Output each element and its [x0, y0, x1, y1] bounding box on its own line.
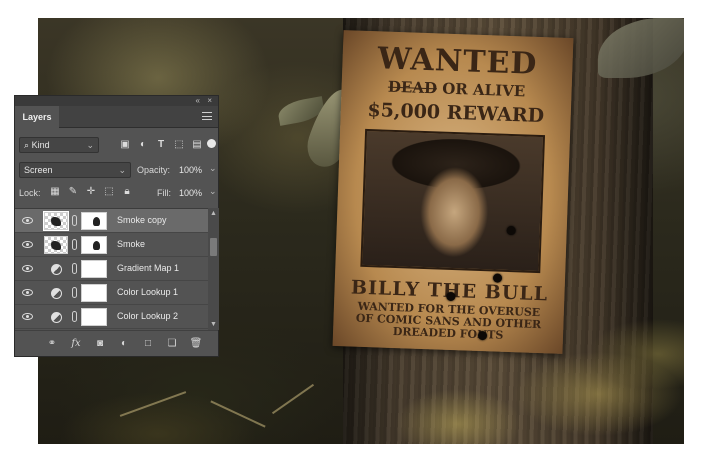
scroll-up-icon[interactable]: ▲	[210, 210, 217, 217]
eye-icon[interactable]	[22, 241, 33, 248]
chevron-down-icon: ⌄	[86, 140, 94, 150]
layer-thumbnail[interactable]	[44, 236, 68, 254]
layer-row-smoke[interactable]: Smoke	[15, 233, 208, 257]
new-layer-icon[interactable]: ❏	[165, 337, 179, 350]
layer-thumbnail[interactable]	[43, 211, 69, 231]
smart-object-filter-icon[interactable]: ▤	[191, 139, 203, 151]
poster-portrait	[360, 128, 546, 274]
poster-subtitle-rest: OR ALIVE	[441, 79, 526, 101]
mask-thumbnail[interactable]	[81, 212, 107, 230]
blend-mode-value: Screen	[24, 165, 53, 175]
search-icon: ⌕	[24, 140, 30, 150]
type-filter-icon[interactable]: T	[155, 139, 167, 151]
poster-subtitle-struck: DEAD	[387, 77, 438, 98]
layer-row-smoke-copy[interactable]: Smoke copy	[15, 209, 208, 233]
adjustment-layer-icon[interactable]	[51, 312, 62, 323]
blend-mode-select[interactable]: Screen ⌄	[19, 162, 131, 178]
layer-name[interactable]: Color Lookup 2	[117, 311, 178, 321]
fx-icon[interactable]: fx	[69, 337, 83, 350]
filter-kind-label: Kind	[31, 140, 50, 150]
opacity-label: Opacity:	[137, 165, 171, 175]
new-group-icon[interactable]: □	[141, 337, 155, 350]
chevron-down-icon[interactable]: ⌄	[209, 186, 217, 197]
mask-thumbnail[interactable]	[81, 284, 107, 302]
tab-layers[interactable]: Layers	[15, 106, 59, 128]
lock-label: Lock:	[19, 188, 41, 198]
panel-menu-icon[interactable]	[202, 112, 212, 120]
smoke-thumb-mark	[51, 241, 61, 250]
new-adjustment-icon[interactable]: ◐	[117, 337, 131, 350]
link-icon[interactable]	[72, 287, 77, 298]
scroll-thumb[interactable]	[210, 238, 217, 256]
fill-input[interactable]: 100%	[179, 185, 211, 201]
fill-label: Fill:	[157, 188, 171, 198]
mask-thumbnail[interactable]	[81, 236, 107, 254]
layer-name[interactable]: Color Lookup 1	[117, 287, 178, 297]
eye-icon[interactable]	[22, 265, 33, 272]
layers-panel: « × Layers ⌕ Kind ⌄ ▣ ◐ T ⬚ ▤ Screen ⌄ O…	[14, 95, 219, 357]
lock-position-icon[interactable]: ✛	[85, 186, 97, 198]
link-icon[interactable]	[72, 215, 77, 226]
mask-thumb-mark	[93, 217, 100, 226]
layer-name[interactable]: Smoke	[117, 239, 145, 249]
mask-thumbnail[interactable]	[81, 260, 107, 278]
panel-footer: ⚭ fx ◙ ◐ □ ❏ 🗑︎	[15, 330, 218, 356]
delete-layer-icon[interactable]: 🗑︎	[189, 337, 203, 350]
chevron-down-icon: ⌄	[118, 165, 126, 175]
layer-list: Smoke copy Smoke Gradient Map 1 Color Lo…	[15, 208, 208, 330]
layer-row-color-lookup-2[interactable]: Color Lookup 2	[15, 305, 208, 329]
layer-name[interactable]: Gradient Map 1	[117, 263, 179, 273]
collapse-icon[interactable]: «	[196, 96, 200, 106]
lock-artboard-icon[interactable]: ⬚	[103, 186, 115, 198]
layer-row-gradient-map-1[interactable]: Gradient Map 1	[15, 257, 208, 281]
panel-tab-bar: Layers	[15, 106, 218, 128]
image-filter-icon[interactable]: ▣	[119, 139, 131, 151]
lock-all-icon[interactable]: 🔒︎	[121, 186, 133, 198]
poster-reward: $5,000 REWARD	[367, 98, 545, 128]
scroll-down-icon[interactable]: ▼	[210, 321, 217, 328]
layer-row-color-lookup-1[interactable]: Color Lookup 1	[15, 281, 208, 305]
layer-filter-row: ⌕ Kind ⌄ ▣ ◐ T ⬚ ▤	[19, 137, 216, 155]
smoke-thumb-mark	[51, 217, 61, 226]
eye-icon[interactable]	[22, 289, 33, 296]
add-mask-icon[interactable]: ◙	[93, 337, 107, 350]
lock-transparent-icon[interactable]: ▦	[49, 186, 61, 198]
mask-thumbnail[interactable]	[81, 308, 107, 326]
layer-name[interactable]: Smoke copy	[117, 215, 167, 225]
wanted-poster: WANTED DEAD OR ALIVE $5,000 REWARD BILLY…	[332, 30, 574, 354]
link-icon[interactable]	[72, 239, 77, 250]
panel-title-bar[interactable]: « ×	[15, 96, 218, 106]
adjustment-layer-icon[interactable]	[51, 288, 62, 299]
adjustment-filter-icon[interactable]: ◐	[137, 139, 149, 151]
link-layers-icon[interactable]: ⚭	[45, 337, 59, 350]
link-icon[interactable]	[72, 263, 77, 274]
shape-filter-icon[interactable]: ⬚	[173, 139, 185, 151]
lock-row: Lock: ▦ ✎ ✛ ⬚ 🔒︎ Fill: 100% ⌄	[19, 185, 217, 203]
link-icon[interactable]	[72, 311, 77, 322]
filter-toggle-icon[interactable]	[207, 139, 216, 148]
poster-description: WANTED FOR THE OVERUSE OF COMIC SANS AND…	[345, 300, 552, 343]
filter-kind-select[interactable]: ⌕ Kind ⌄	[19, 137, 99, 153]
opacity-input[interactable]: 100%	[179, 162, 211, 178]
eye-icon[interactable]	[22, 217, 33, 224]
adjustment-layer-icon[interactable]	[51, 264, 62, 275]
lock-image-icon[interactable]: ✎	[67, 186, 79, 198]
close-icon[interactable]: ×	[207, 96, 212, 106]
layer-list-scrollbar[interactable]: ▲ ▼	[208, 208, 219, 330]
mask-thumb-mark	[93, 241, 100, 250]
chevron-down-icon[interactable]: ⌄	[209, 163, 217, 174]
blend-row: Screen ⌄ Opacity: 100% ⌄	[19, 162, 217, 180]
eye-icon[interactable]	[22, 313, 33, 320]
